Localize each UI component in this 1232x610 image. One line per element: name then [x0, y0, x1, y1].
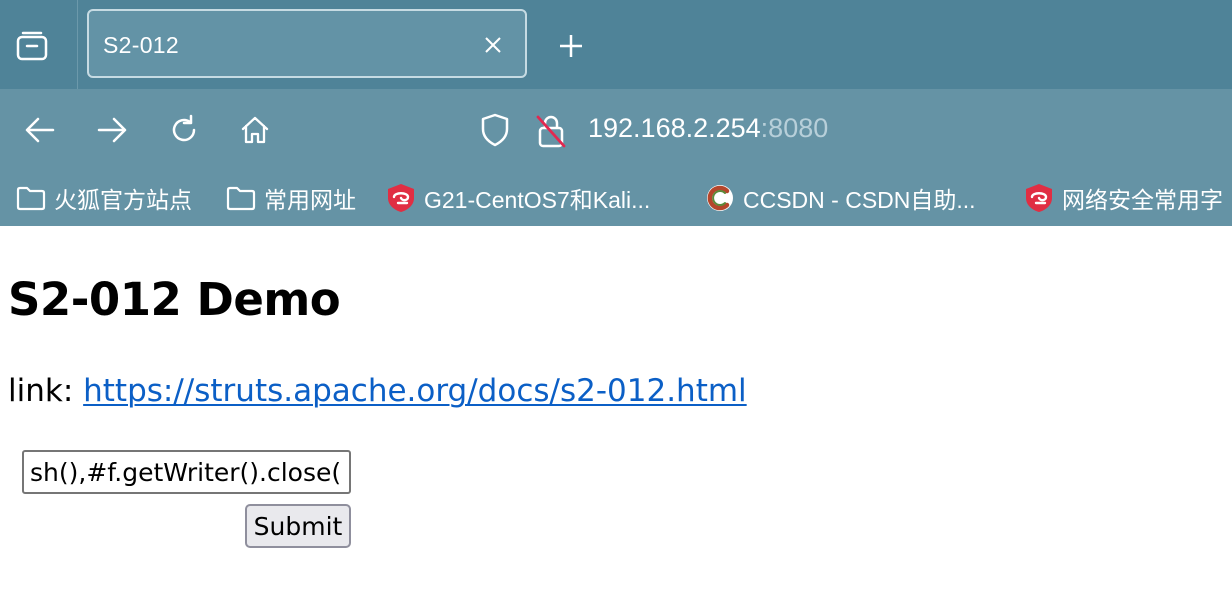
- bookmark-label: 网络安全常用字: [1062, 187, 1223, 213]
- shield-favicon-icon: [386, 183, 416, 213]
- bookmark-label: CCSDN - CSDN自助...: [743, 187, 976, 213]
- insecure-lock-icon: [536, 115, 566, 148]
- c-favicon-icon: [705, 183, 735, 213]
- close-icon: [485, 37, 501, 53]
- reload-button[interactable]: [163, 109, 205, 151]
- bookmarks-toolbar: 火狐官方站点 常用网址 G21-CentOS7和Kali... CCSDN - …: [0, 171, 1232, 226]
- forward-button[interactable]: [91, 109, 133, 151]
- navigation-toolbar: 192.168.2.254:8080: [0, 89, 1232, 171]
- back-button[interactable]: [19, 109, 61, 151]
- tab-strip-divider: [77, 0, 78, 89]
- url-port: :8080: [760, 113, 829, 143]
- link-line: link: https://struts.apache.org/docs/s2-…: [8, 373, 747, 409]
- bookmark-folder-firefox[interactable]: 火狐官方站点: [16, 180, 192, 216]
- new-tab-button[interactable]: [553, 28, 589, 64]
- url-bar[interactable]: 192.168.2.254:8080: [588, 113, 828, 144]
- tab-list-icon: [16, 31, 48, 61]
- home-button[interactable]: [234, 109, 276, 151]
- tab-strip: S2-012: [0, 0, 1232, 89]
- tab-close-button[interactable]: [481, 33, 505, 57]
- tracking-protection-button[interactable]: [476, 111, 514, 149]
- reload-icon: [172, 114, 196, 142]
- page-content: S2-012 Demo link: https://struts.apache.…: [0, 226, 1232, 610]
- bookmark-g21[interactable]: G21-CentOS7和Kali...: [386, 180, 650, 216]
- payload-input[interactable]: [22, 450, 351, 494]
- bookmark-label: G21-CentOS7和Kali...: [424, 187, 651, 213]
- bookmark-netsec[interactable]: 网络安全常用字: [1024, 180, 1223, 216]
- folder-icon: [16, 183, 46, 213]
- url-host: 192.168.2.254: [588, 113, 761, 143]
- struts-docs-link[interactable]: https://struts.apache.org/docs/s2-012.ht…: [83, 373, 747, 409]
- connection-insecure-button[interactable]: [532, 111, 570, 151]
- tab-active[interactable]: S2-012: [87, 9, 527, 78]
- folder-icon: [226, 183, 256, 213]
- page-title: S2-012 Demo: [8, 273, 341, 326]
- home-icon: [241, 116, 269, 144]
- submit-button[interactable]: Submit: [245, 504, 351, 548]
- arrow-right-icon: [97, 117, 127, 143]
- bookmark-folder-common[interactable]: 常用网址: [226, 180, 356, 216]
- shield-icon: [481, 113, 509, 147]
- bookmark-ccsdn[interactable]: CCSDN - CSDN自助...: [705, 180, 976, 216]
- tab-title: S2-012: [103, 32, 179, 58]
- link-prefix: link:: [8, 373, 84, 409]
- bookmark-label: 火狐官方站点: [54, 187, 192, 213]
- plus-icon: [560, 35, 582, 57]
- shield-favicon-icon: [1024, 183, 1054, 213]
- bookmark-label: 常用网址: [264, 187, 356, 213]
- tab-list-button[interactable]: [10, 24, 54, 68]
- arrow-left-icon: [25, 117, 55, 143]
